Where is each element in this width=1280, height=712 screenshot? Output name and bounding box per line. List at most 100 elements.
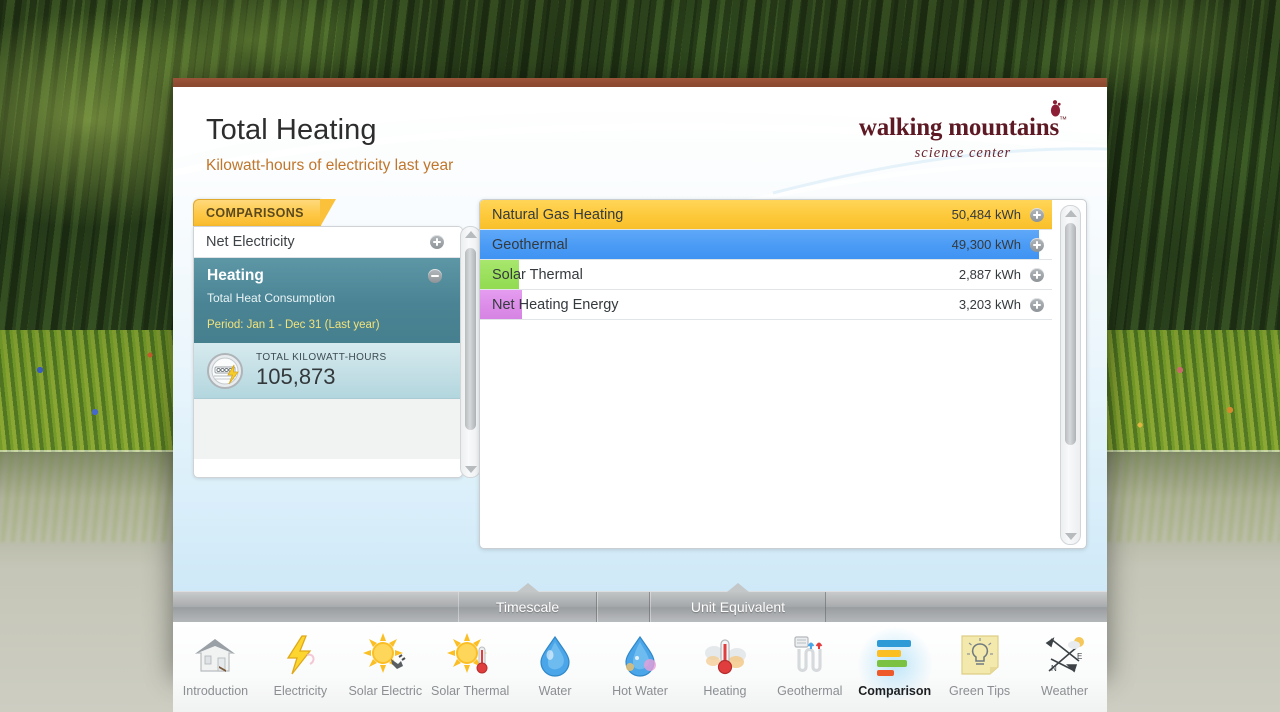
bars-scrollbar[interactable]	[1060, 205, 1081, 545]
nav-item-introduction[interactable]: Introduction	[173, 631, 258, 698]
nav-label: Water	[538, 684, 572, 698]
caret-up-icon	[516, 583, 539, 592]
scrollbar-track[interactable]	[465, 244, 476, 460]
caret-up-icon	[727, 583, 749, 592]
triangle-up-icon[interactable]	[464, 231, 477, 238]
scrollbar-thumb[interactable]	[1065, 223, 1076, 445]
total-kilowatt-hours-card: TOTAL KILOWATT-HOURS 105,873	[194, 343, 462, 399]
hot-water-drop-icon	[625, 635, 656, 677]
dashboard-stage: Total Heating Kilowatt-hours of electric…	[173, 87, 1107, 591]
list-item-label: Net Electricity	[206, 234, 295, 250]
page-subtitle: Kilowatt-hours of electricity last year	[206, 157, 454, 174]
bar-label: Geothermal	[492, 236, 568, 253]
nav-label: Geothermal	[777, 684, 843, 698]
house-icon	[195, 639, 236, 672]
nav-item-comparison[interactable]: Comparison	[852, 627, 937, 701]
sun-with-plug-icon	[363, 633, 406, 673]
bar-value: 2,887 kWh	[958, 267, 1021, 282]
list-empty-area	[194, 399, 462, 459]
nav-label: Heating	[703, 684, 747, 698]
plus-circle-icon[interactable]	[1030, 297, 1044, 312]
selected-card-title: Heating	[207, 267, 264, 284]
nav-label: Solar Thermal	[431, 684, 510, 698]
dashboard-window: Total Heating Kilowatt-hours of electric…	[173, 78, 1107, 712]
bar-label: Natural Gas Heating	[492, 206, 624, 223]
svg-text:N: N	[1051, 664, 1057, 673]
tab-timescale[interactable]: Timescale	[458, 583, 597, 622]
table-row[interactable]: Solar Thermal 2,887 kWh	[480, 260, 1052, 290]
selected-card-description: Total Heat Consumption	[207, 291, 336, 305]
lightning-bolt-icon	[287, 635, 315, 675]
nav-label: Electricity	[273, 684, 328, 698]
sun-with-thermometer-icon	[447, 633, 488, 674]
nav-item-weather[interactable]: N E Weather	[1022, 631, 1107, 698]
triangle-down-icon[interactable]	[464, 466, 477, 473]
bar-value: 49,300 kWh	[951, 237, 1021, 252]
tab-comparisons-label: COMPARISONS	[206, 206, 304, 220]
logo-name: walking mountains	[858, 114, 1059, 141]
nav-item-hot-water[interactable]: Hot Water	[598, 631, 683, 698]
nav-item-green-tips[interactable]: Green Tips	[937, 631, 1022, 698]
tabstrip-right-spacer	[826, 592, 1107, 622]
plus-circle-icon[interactable]	[1030, 267, 1044, 282]
comparisons-list: Net Electricity Heating Total Heat Consu…	[193, 226, 463, 478]
plus-circle-icon[interactable]	[430, 235, 444, 249]
nav-item-heating[interactable]: Heating	[682, 631, 767, 698]
nav-item-electricity[interactable]: Electricity	[258, 631, 343, 698]
lightbulb-note-icon	[961, 635, 999, 675]
selected-card-period: Period: Jan 1 - Dec 31 (Last year)	[207, 319, 380, 331]
comparison-bars-panel: Natural Gas Heating 50,484 kWh Geotherma…	[479, 199, 1087, 549]
table-row[interactable]: Natural Gas Heating 50,484 kWh	[480, 200, 1052, 230]
selected-comparison-card[interactable]: Heating Total Heat Consumption Period: J…	[194, 258, 462, 353]
tab-unit-equivalent-label: Unit Equivalent	[690, 599, 786, 615]
plus-circle-icon[interactable]	[1030, 237, 1044, 252]
triangle-up-icon[interactable]	[1064, 210, 1077, 217]
window-top-bar	[173, 78, 1107, 87]
minus-circle-icon[interactable]	[428, 269, 442, 283]
main-navigation: Introduction Electricity Solar Electric …	[173, 622, 1107, 712]
nav-item-water[interactable]: Water	[513, 631, 598, 698]
bar-label: Solar Thermal	[492, 266, 583, 283]
page-title: Total Heating	[206, 114, 377, 146]
control-tabstrip: Timescale Unit Equivalent	[173, 583, 1107, 622]
tab-unit-equivalent[interactable]: Unit Equivalent	[650, 583, 826, 622]
scrollbar-thumb[interactable]	[465, 248, 476, 430]
nav-item-solar-thermal[interactable]: Solar Thermal	[428, 631, 513, 698]
comparisons-panel: COMPARISONS Net Electricity Heating Tota…	[193, 199, 481, 549]
nav-label: Weather	[1041, 684, 1089, 698]
footprint-icon	[1050, 100, 1061, 117]
bar-list: Natural Gas Heating 50,484 kWh Geotherma…	[480, 200, 1052, 548]
table-row[interactable]: Net Heating Energy 3,203 kWh	[480, 290, 1052, 320]
walking-mountains-logo: walking mountains™ science center	[858, 100, 1067, 162]
tabstrip-left-spacer	[173, 592, 458, 622]
nav-item-solar-electric[interactable]: Solar Electric	[343, 631, 428, 698]
nav-label: Introduction	[182, 684, 249, 698]
tab-timescale-label: Timescale	[495, 599, 560, 615]
nav-label: Hot Water	[612, 684, 668, 698]
nav-label: Comparison	[858, 684, 932, 698]
scrollbar-track[interactable]	[1065, 223, 1076, 527]
tab-comparisons[interactable]: COMPARISONS	[193, 199, 336, 227]
tabstrip-middle-spacer	[597, 592, 650, 622]
total-label: TOTAL KILOWATT-HOURS	[256, 351, 387, 363]
comparisons-scrollbar[interactable]	[460, 226, 481, 478]
table-row[interactable]: Geothermal 49,300 kWh	[480, 230, 1052, 260]
bar-chart-icon	[876, 640, 911, 676]
geothermal-loop-icon	[794, 636, 823, 673]
desktop-background: Total Heating Kilowatt-hours of electric…	[0, 0, 1280, 712]
water-drop-icon	[540, 635, 570, 677]
plus-circle-icon[interactable]	[1030, 207, 1044, 222]
thermometer-clouds-icon	[704, 639, 746, 675]
electric-meter-icon	[207, 352, 243, 389]
nav-item-geothermal[interactable]: Geothermal	[767, 631, 852, 698]
triangle-down-icon[interactable]	[1064, 533, 1077, 540]
weather-vane-icon: N E	[1045, 637, 1084, 673]
bar-value: 50,484 kWh	[951, 207, 1021, 222]
nav-label: Green Tips	[949, 684, 1011, 698]
logo-tagline: science center	[914, 145, 1012, 161]
bar-value: 3,203 kWh	[958, 297, 1021, 312]
nav-label: Solar Electric	[348, 684, 423, 698]
list-item-net-electricity[interactable]: Net Electricity	[194, 227, 462, 258]
bar-label: Net Heating Energy	[492, 296, 619, 313]
svg-text:E: E	[1077, 652, 1082, 661]
